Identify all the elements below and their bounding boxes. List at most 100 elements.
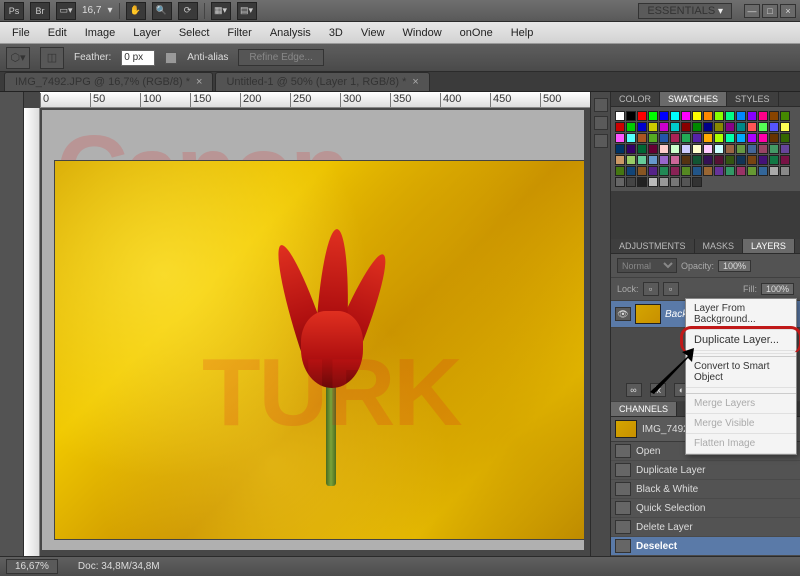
swatch[interactable]: [758, 133, 768, 143]
swatch[interactable]: [725, 166, 735, 176]
canvas[interactable]: Canon TURK: [42, 110, 584, 550]
swatch[interactable]: [648, 155, 658, 165]
swatch[interactable]: [659, 144, 669, 154]
swatch[interactable]: [747, 144, 757, 154]
refine-edge-button[interactable]: Refine Edge...: [238, 49, 323, 66]
menu-analysis[interactable]: Analysis: [262, 24, 319, 42]
swatch[interactable]: [637, 166, 647, 176]
tab-masks[interactable]: MASKS: [695, 239, 744, 253]
swatch[interactable]: [670, 166, 680, 176]
tab-channels[interactable]: CHANNELS: [611, 402, 677, 416]
swatch[interactable]: [670, 111, 680, 121]
swatch[interactable]: [692, 177, 702, 187]
swatch[interactable]: [725, 144, 735, 154]
swatch[interactable]: [780, 155, 790, 165]
swatch[interactable]: [615, 177, 625, 187]
menu-layer[interactable]: Layer: [125, 24, 169, 42]
swatch[interactable]: [626, 155, 636, 165]
swatch[interactable]: [736, 155, 746, 165]
menu-filter[interactable]: Filter: [219, 24, 259, 42]
swatch[interactable]: [659, 133, 669, 143]
swatch[interactable]: [692, 122, 702, 132]
swatch[interactable]: [659, 177, 669, 187]
swatch[interactable]: [648, 144, 658, 154]
swatch[interactable]: [637, 133, 647, 143]
menu-select[interactable]: Select: [171, 24, 218, 42]
menu-convert-smart-object[interactable]: Convert to Smart Object: [686, 357, 796, 388]
menu-3d[interactable]: 3D: [321, 24, 351, 42]
swatch[interactable]: [703, 122, 713, 132]
rotate-view-icon[interactable]: ⟳: [178, 2, 198, 20]
swatch[interactable]: [758, 155, 768, 165]
swatch[interactable]: [648, 166, 658, 176]
fx-icon[interactable]: fx: [650, 383, 666, 397]
swatch[interactable]: [758, 111, 768, 121]
menu-image[interactable]: Image: [77, 24, 124, 42]
lock-icon[interactable]: ▫: [643, 282, 659, 296]
close-icon[interactable]: ×: [196, 76, 202, 88]
swatch[interactable]: [670, 144, 680, 154]
tab-swatches[interactable]: SWATCHES: [660, 92, 727, 106]
tab-doc-2[interactable]: Untitled-1 @ 50% (Layer 1, RGB/8) *×: [215, 72, 429, 91]
swatch[interactable]: [769, 155, 779, 165]
swatch[interactable]: [648, 122, 658, 132]
blend-mode-select[interactable]: Normal: [617, 258, 677, 273]
swatch[interactable]: [714, 111, 724, 121]
swatch[interactable]: [747, 111, 757, 121]
swatch[interactable]: [692, 111, 702, 121]
swatch[interactable]: [725, 111, 735, 121]
fill-value[interactable]: 100%: [761, 283, 794, 295]
swatch[interactable]: [615, 155, 625, 165]
swatch[interactable]: [637, 177, 647, 187]
collapsed-panels[interactable]: [590, 92, 610, 556]
swatch[interactable]: [780, 122, 790, 132]
feather-input[interactable]: [121, 50, 155, 66]
hand-tool-icon[interactable]: ✋: [126, 2, 146, 20]
tab-styles[interactable]: STYLES: [727, 92, 779, 106]
swatch[interactable]: [681, 144, 691, 154]
swatch[interactable]: [626, 133, 636, 143]
menu-help[interactable]: Help: [503, 24, 542, 42]
menu-onone[interactable]: onOne: [452, 24, 501, 42]
swatch[interactable]: [692, 166, 702, 176]
swatch[interactable]: [703, 111, 713, 121]
history-item[interactable]: Black & White: [611, 480, 800, 499]
history-item[interactable]: Delete Layer: [611, 518, 800, 537]
swatch[interactable]: [769, 133, 779, 143]
tab-color[interactable]: COLOR: [611, 92, 660, 106]
swatch[interactable]: [681, 166, 691, 176]
swatch[interactable]: [681, 111, 691, 121]
swatch[interactable]: [626, 144, 636, 154]
swatch[interactable]: [615, 133, 625, 143]
swatch[interactable]: [648, 177, 658, 187]
maximize-button[interactable]: □: [762, 4, 778, 18]
tab-doc-1[interactable]: IMG_7492.JPG @ 16,7% (RGB/8) *×: [4, 72, 213, 91]
zoom-tool-icon[interactable]: 🔍: [152, 2, 172, 20]
swatch[interactable]: [747, 122, 757, 132]
swatch[interactable]: [637, 122, 647, 132]
swatch[interactable]: [615, 166, 625, 176]
swatch[interactable]: [769, 166, 779, 176]
menu-edit[interactable]: Edit: [40, 24, 75, 42]
swatch[interactable]: [736, 166, 746, 176]
swatch[interactable]: [780, 133, 790, 143]
swatch[interactable]: [758, 166, 768, 176]
minimize-button[interactable]: —: [744, 4, 760, 18]
swatch[interactable]: [659, 166, 669, 176]
swatch[interactable]: [626, 166, 636, 176]
extras-icon[interactable]: ▤▾: [237, 2, 257, 20]
swatch[interactable]: [659, 122, 669, 132]
swatch[interactable]: [725, 133, 735, 143]
swatch[interactable]: [736, 133, 746, 143]
swatch[interactable]: [637, 111, 647, 121]
lock-icon[interactable]: ▫: [663, 282, 679, 296]
swatch[interactable]: [780, 144, 790, 154]
swatch[interactable]: [626, 177, 636, 187]
swatch[interactable]: [648, 111, 658, 121]
selection-mode-icon[interactable]: ◫: [40, 47, 64, 69]
swatch[interactable]: [747, 166, 757, 176]
tools-panel[interactable]: [0, 92, 24, 556]
swatch[interactable]: [681, 177, 691, 187]
swatch[interactable]: [659, 111, 669, 121]
swatch[interactable]: [637, 144, 647, 154]
